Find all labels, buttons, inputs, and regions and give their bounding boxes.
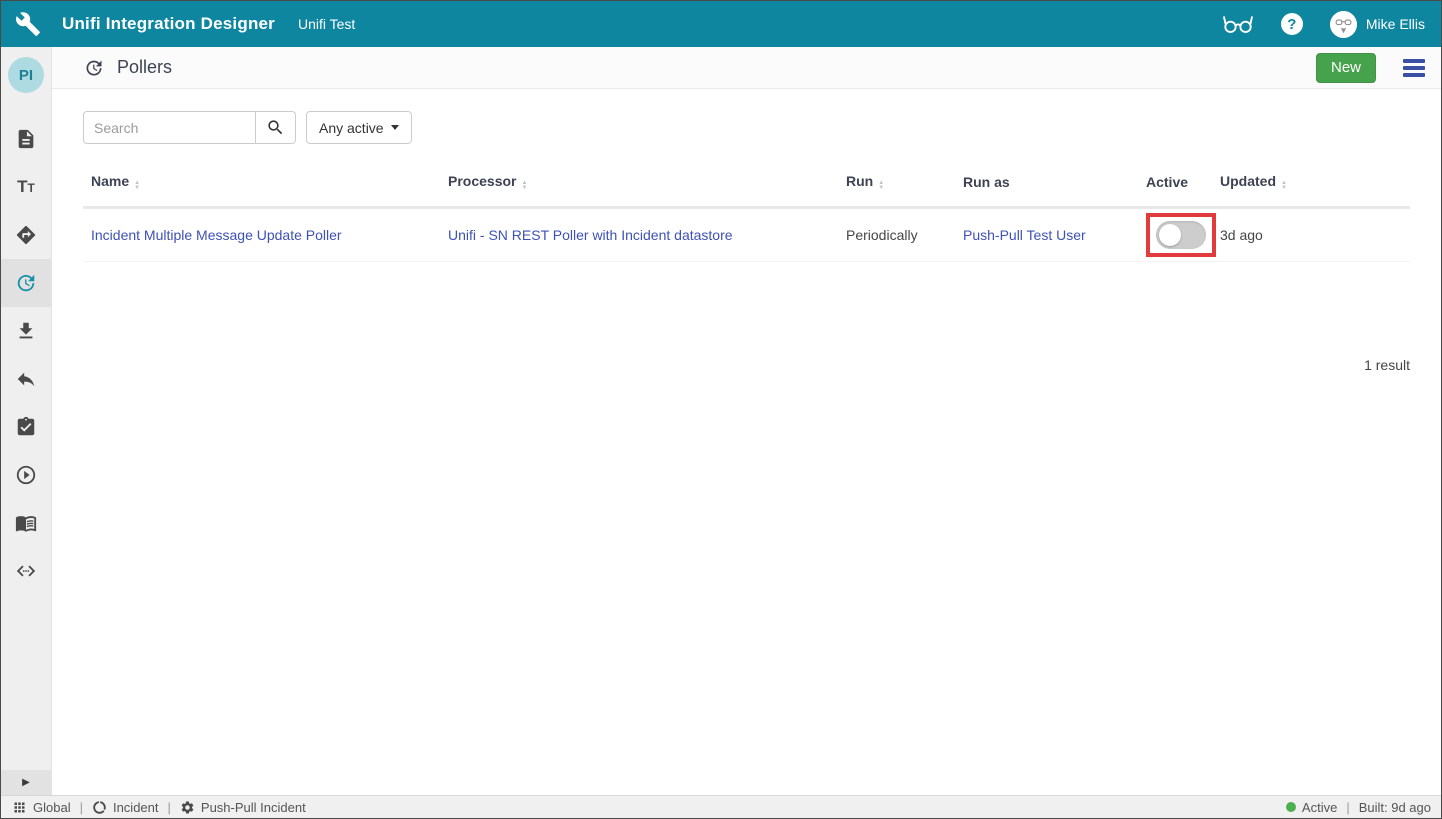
status-label: Active: [1302, 800, 1337, 815]
toolbar: Any active: [83, 111, 1410, 144]
result-count: 1 result: [1364, 357, 1410, 373]
pollers-table: Name▲▼ Processor▲▼ Run▲▼ Run as Active U…: [83, 161, 1410, 262]
code-icon: [15, 560, 37, 582]
gear-icon: [180, 800, 195, 815]
book-icon: [15, 512, 37, 534]
download-icon: [15, 320, 37, 342]
sidebar-item-run[interactable]: [1, 451, 51, 499]
build-status: Active | Built: 9d ago: [1286, 800, 1431, 815]
hamburger-menu-icon[interactable]: [1403, 59, 1425, 77]
table-label: Incident: [113, 800, 159, 815]
sidebar-item-code[interactable]: [1, 547, 51, 595]
statusbar-divider: |: [168, 800, 171, 815]
sidebar-nav: TT: [1, 115, 51, 595]
workspace-avatar[interactable]: PI: [8, 57, 44, 93]
new-button[interactable]: New: [1316, 53, 1376, 83]
tasks-icon: [15, 416, 37, 438]
table-row: Incident Multiple Message Update Poller …: [83, 208, 1410, 262]
updated-value: 3d ago: [1220, 227, 1263, 243]
poller-name-link[interactable]: Incident Multiple Message Update Poller: [91, 227, 342, 243]
document-icon: [15, 128, 37, 150]
page-title: Pollers: [117, 57, 172, 78]
integration-selector[interactable]: Push-Pull Incident: [180, 800, 306, 815]
run-value: Periodically: [846, 227, 918, 243]
app-window: Unifi Integration Designer Unifi Test ? …: [0, 0, 1442, 819]
search-button[interactable]: [256, 111, 296, 144]
column-header-name[interactable]: Name▲▼: [83, 161, 440, 208]
main-content: Any active Name▲▼ Processor▲▼ Run▲▼ Run …: [52, 89, 1441, 795]
sidebar-item-tasks[interactable]: [1, 403, 51, 451]
page-header: Pollers New: [52, 47, 1441, 89]
column-header-processor[interactable]: Processor▲▼: [440, 161, 838, 208]
user-avatar[interactable]: [1330, 11, 1357, 38]
caret-down-icon: [391, 125, 399, 130]
column-header-run-as: Run as: [955, 161, 1138, 208]
data-usage-icon: [92, 800, 107, 815]
sidebar-item-download[interactable]: [1, 307, 51, 355]
user-name[interactable]: Mike Ellis: [1366, 16, 1425, 32]
integration-label: Push-Pull Incident: [201, 800, 306, 815]
search-input[interactable]: [83, 111, 256, 144]
apps-grid-icon: [12, 800, 27, 815]
statusbar-divider: |: [1346, 800, 1349, 815]
run-as-link[interactable]: Push-Pull Test User: [963, 227, 1086, 243]
annotation-highlight-box: [1146, 213, 1216, 257]
wrench-icon: [15, 11, 41, 37]
sidebar: PI TT: [1, 47, 52, 795]
sort-icon: ▲▼: [134, 181, 140, 191]
glasses-icon[interactable]: [1222, 13, 1254, 35]
sidebar-item-docs[interactable]: [1, 499, 51, 547]
statusbar-divider: |: [80, 800, 83, 815]
sort-icon: ▲▼: [878, 181, 884, 191]
chevron-right-icon: ▶: [22, 777, 30, 788]
update-icon: [84, 58, 104, 78]
statusbar: Global | Incident | Push-Pull Incident A…: [1, 795, 1441, 818]
active-toggle[interactable]: [1156, 221, 1206, 249]
app-title: Unifi Integration Designer: [62, 14, 275, 34]
reply-icon: [15, 368, 37, 390]
sidebar-item-reply[interactable]: [1, 355, 51, 403]
sidebar-item-text-format[interactable]: TT: [1, 163, 51, 211]
status-dot-icon: [1286, 802, 1296, 812]
filter-label: Any active: [319, 120, 384, 136]
toggle-knob: [1159, 224, 1181, 246]
help-icon[interactable]: ?: [1281, 13, 1303, 35]
search-icon: [266, 118, 285, 137]
topbar: Unifi Integration Designer Unifi Test ? …: [1, 1, 1441, 47]
processor-link[interactable]: Unifi - SN REST Poller with Incident dat…: [448, 227, 733, 243]
scope-selector[interactable]: Global: [12, 800, 71, 815]
sidebar-item-pollers[interactable]: [1, 259, 51, 307]
column-header-active: Active: [1138, 161, 1212, 208]
active-filter-dropdown[interactable]: Any active: [306, 111, 412, 144]
table-selector[interactable]: Incident: [92, 800, 159, 815]
directions-icon: [15, 224, 37, 246]
table-header-row: Name▲▼ Processor▲▼ Run▲▼ Run as Active U…: [83, 161, 1410, 208]
play-circle-icon: [15, 464, 37, 486]
column-header-run[interactable]: Run▲▼: [838, 161, 955, 208]
sort-icon: ▲▼: [521, 181, 527, 191]
pollers-update-icon: [15, 272, 37, 294]
sort-icon: ▲▼: [1281, 181, 1287, 191]
sidebar-collapse-button[interactable]: ▶: [1, 770, 51, 795]
app-subtitle: Unifi Test: [298, 16, 355, 32]
text-format-icon: TT: [17, 178, 35, 196]
sidebar-item-directions[interactable]: [1, 211, 51, 259]
built-label: Built: 9d ago: [1359, 800, 1431, 815]
scope-label: Global: [33, 800, 71, 815]
column-header-updated[interactable]: Updated▲▼: [1212, 161, 1410, 208]
sidebar-item-documents[interactable]: [1, 115, 51, 163]
